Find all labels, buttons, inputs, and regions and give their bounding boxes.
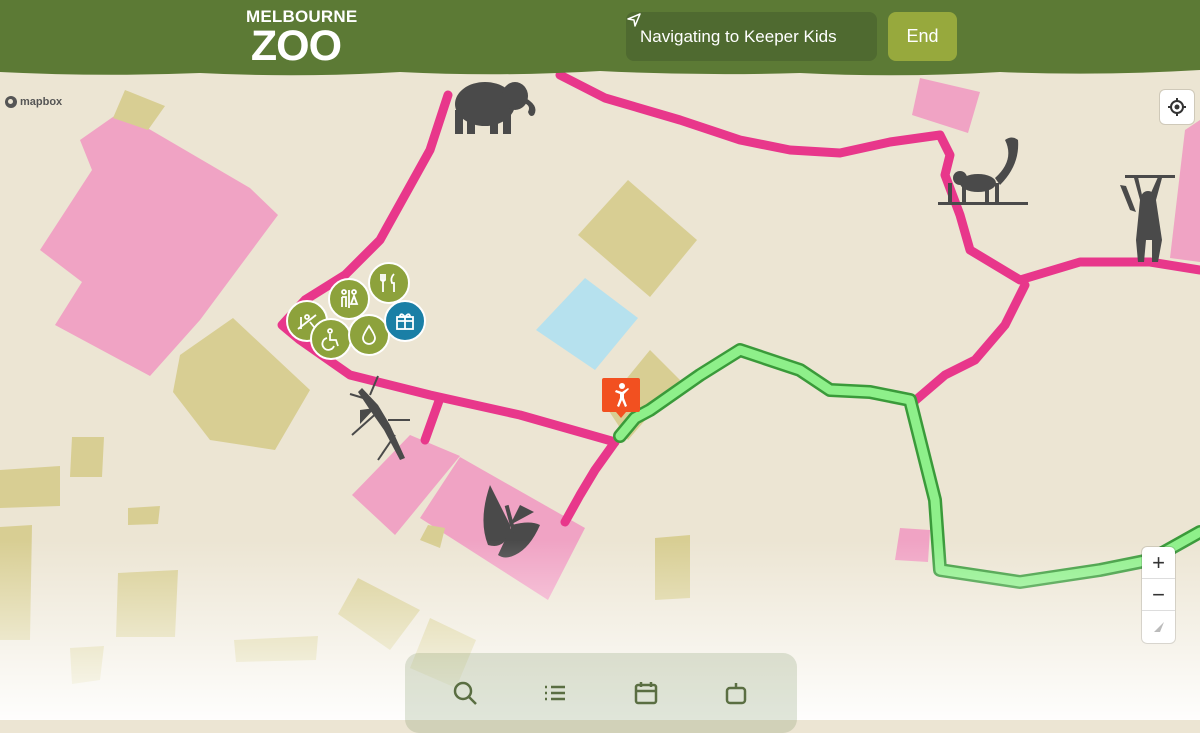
calendar-button[interactable]: [630, 677, 662, 709]
map-attribution[interactable]: mapbox: [5, 96, 62, 108]
compass-button[interactable]: [1142, 611, 1175, 643]
bottom-navigation: [405, 653, 797, 733]
navigation-status-text: Navigating to Keeper Kids: [640, 26, 837, 46]
gift-shop-icon[interactable]: [384, 300, 426, 342]
zoom-in-button[interactable]: +: [1142, 547, 1175, 579]
robot-icon: [725, 683, 747, 705]
attribution-text: mapbox: [20, 96, 63, 108]
header-bar: MELBOURNE ZOO Navigating to Keeper Kids …: [0, 0, 1200, 78]
calendar-icon: [634, 682, 658, 705]
search-icon: [453, 681, 477, 705]
user-location-marker: [602, 378, 640, 418]
list-icon: [545, 685, 565, 701]
mapbox-logo-icon: [5, 96, 17, 108]
logo-line2: ZOO: [250, 22, 342, 70]
locate-me-button[interactable]: [1160, 90, 1194, 124]
end-navigation-button[interactable]: End: [888, 12, 957, 61]
search-button[interactable]: [449, 677, 481, 709]
crosshair-icon: [1168, 98, 1186, 116]
compass-icon: [1153, 622, 1164, 632]
navigation-arrow-icon: [627, 13, 641, 27]
list-button[interactable]: [539, 677, 571, 709]
melbourne-zoo-logo[interactable]: MELBOURNE ZOO: [246, 8, 357, 70]
zoo-map[interactable]: [0, 0, 1200, 720]
zoom-controls: + −: [1142, 547, 1175, 643]
food-icon[interactable]: [368, 262, 410, 304]
navigation-status-pill[interactable]: Navigating to Keeper Kids: [626, 12, 877, 61]
accessible-icon[interactable]: [310, 318, 352, 360]
assistant-button[interactable]: [720, 677, 752, 709]
zoom-out-button[interactable]: −: [1142, 579, 1175, 611]
